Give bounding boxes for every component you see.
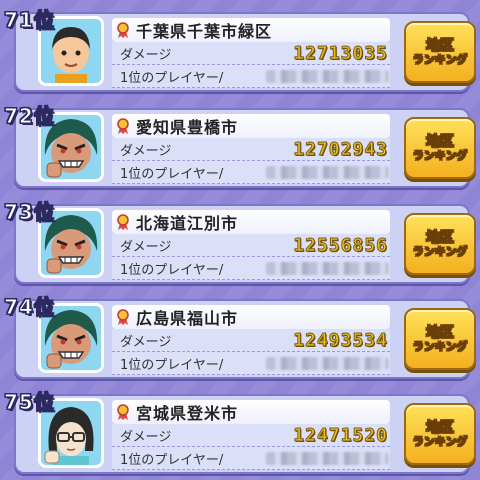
blurred-player-name [266, 165, 388, 179]
ribbon-icon [117, 404, 129, 420]
blurred-player-name [266, 451, 388, 465]
rank-label: 75位 [4, 390, 55, 415]
rank-label: 74位 [4, 295, 55, 320]
ribbon-icon [117, 214, 129, 230]
ranking-card: 千葉県千葉市緑区 ダメージ 12713035 1位のプレイヤー/ 地区 ランキン… [14, 12, 476, 92]
damage-value: 12556856 [293, 234, 388, 256]
damage-label: ダメージ [120, 239, 172, 255]
damage-value: 12702943 [293, 138, 388, 160]
top-player-label: 1位のプレイヤー/ [120, 357, 224, 373]
city-header: 愛知県豊橋市 [112, 114, 390, 138]
ranking-card: 宮城県登米市 ダメージ 12471520 1位のプレイヤー/ 地区 ランキング [14, 394, 476, 474]
button-label-top: 地区 [426, 229, 455, 246]
city-name: 宮城県登米市 [136, 404, 239, 423]
button-label-bottom: ランキング [412, 434, 468, 448]
city-header: 広島県福山市 [112, 305, 390, 329]
rank-label: 72位 [4, 104, 55, 129]
region-ranking-button[interactable]: 地区 ランキング [404, 403, 476, 465]
button-label-bottom: ランキング [412, 339, 468, 353]
city-name: 広島県福山市 [136, 309, 239, 328]
damage-value: 12471520 [293, 424, 388, 446]
button-label-top: 地区 [426, 37, 455, 54]
ranking-row: 75位 宮城県登米市 ダメージ 12471520 1位のプレイヤー/ 地区 ラン… [0, 386, 480, 478]
damage-label: ダメージ [120, 334, 172, 350]
damage-label: ダメージ [120, 143, 172, 159]
region-ranking-button[interactable]: 地区 ランキング [404, 117, 476, 179]
top-player-label: 1位のプレイヤー/ [120, 452, 224, 468]
ribbon-icon [117, 22, 129, 38]
damage-label: ダメージ [120, 429, 172, 445]
button-label-bottom: ランキング [412, 52, 468, 66]
city-name: 北海道江別市 [136, 214, 239, 233]
button-label-top: 地区 [426, 419, 455, 436]
blurred-player-name [266, 69, 388, 83]
city-name: 千葉県千葉市緑区 [136, 22, 273, 41]
button-label-bottom: ランキング [412, 244, 468, 258]
ranking-card: 北海道江別市 ダメージ 12556856 1位のプレイヤー/ 地区 ランキング [14, 204, 476, 284]
blurred-player-name [266, 356, 388, 370]
ranking-row: 71位 千葉県千葉市緑区 ダメージ 12713035 1位のプレイヤー/ 地区 … [0, 4, 480, 96]
ribbon-icon [117, 118, 129, 134]
ranking-card: 愛知県豊橋市 ダメージ 12702943 1位のプレイヤー/ 地区 ランキング [14, 108, 476, 188]
ranking-row: 72位 愛知県豊橋市 ダメージ 12702943 1位のプレイヤー/ 地区 ラン… [0, 100, 480, 192]
rank-label: 73位 [4, 200, 55, 225]
region-ranking-button[interactable]: 地区 ランキング [404, 21, 476, 83]
damage-label: ダメージ [120, 47, 172, 63]
city-header: 宮城県登米市 [112, 400, 390, 424]
top-player-label: 1位のプレイヤー/ [120, 262, 224, 278]
button-label-bottom: ランキング [412, 148, 468, 162]
city-name: 愛知県豊橋市 [136, 118, 239, 137]
button-label-top: 地区 [426, 324, 455, 341]
damage-value: 12713035 [293, 42, 388, 64]
ranking-card: 広島県福山市 ダメージ 12493534 1位のプレイヤー/ 地区 ランキング [14, 299, 476, 379]
rank-label: 71位 [4, 8, 55, 33]
ranking-row: 74位 広島県福山市 ダメージ 12493534 1位のプレイヤー/ 地区 ラン… [0, 291, 480, 383]
city-header: 北海道江別市 [112, 210, 390, 234]
top-player-label: 1位のプレイヤー/ [120, 70, 224, 86]
ribbon-icon [117, 309, 129, 325]
button-label-top: 地区 [426, 133, 455, 150]
top-player-label: 1位のプレイヤー/ [120, 166, 224, 182]
region-ranking-button[interactable]: 地区 ランキング [404, 213, 476, 275]
damage-value: 12493534 [293, 329, 388, 351]
region-ranking-button[interactable]: 地区 ランキング [404, 308, 476, 370]
ranking-row: 73位 北海道江別市 ダメージ 12556856 1位のプレイヤー/ 地区 ラン… [0, 196, 480, 288]
blurred-player-name [266, 261, 388, 275]
city-header: 千葉県千葉市緑区 [112, 18, 390, 42]
